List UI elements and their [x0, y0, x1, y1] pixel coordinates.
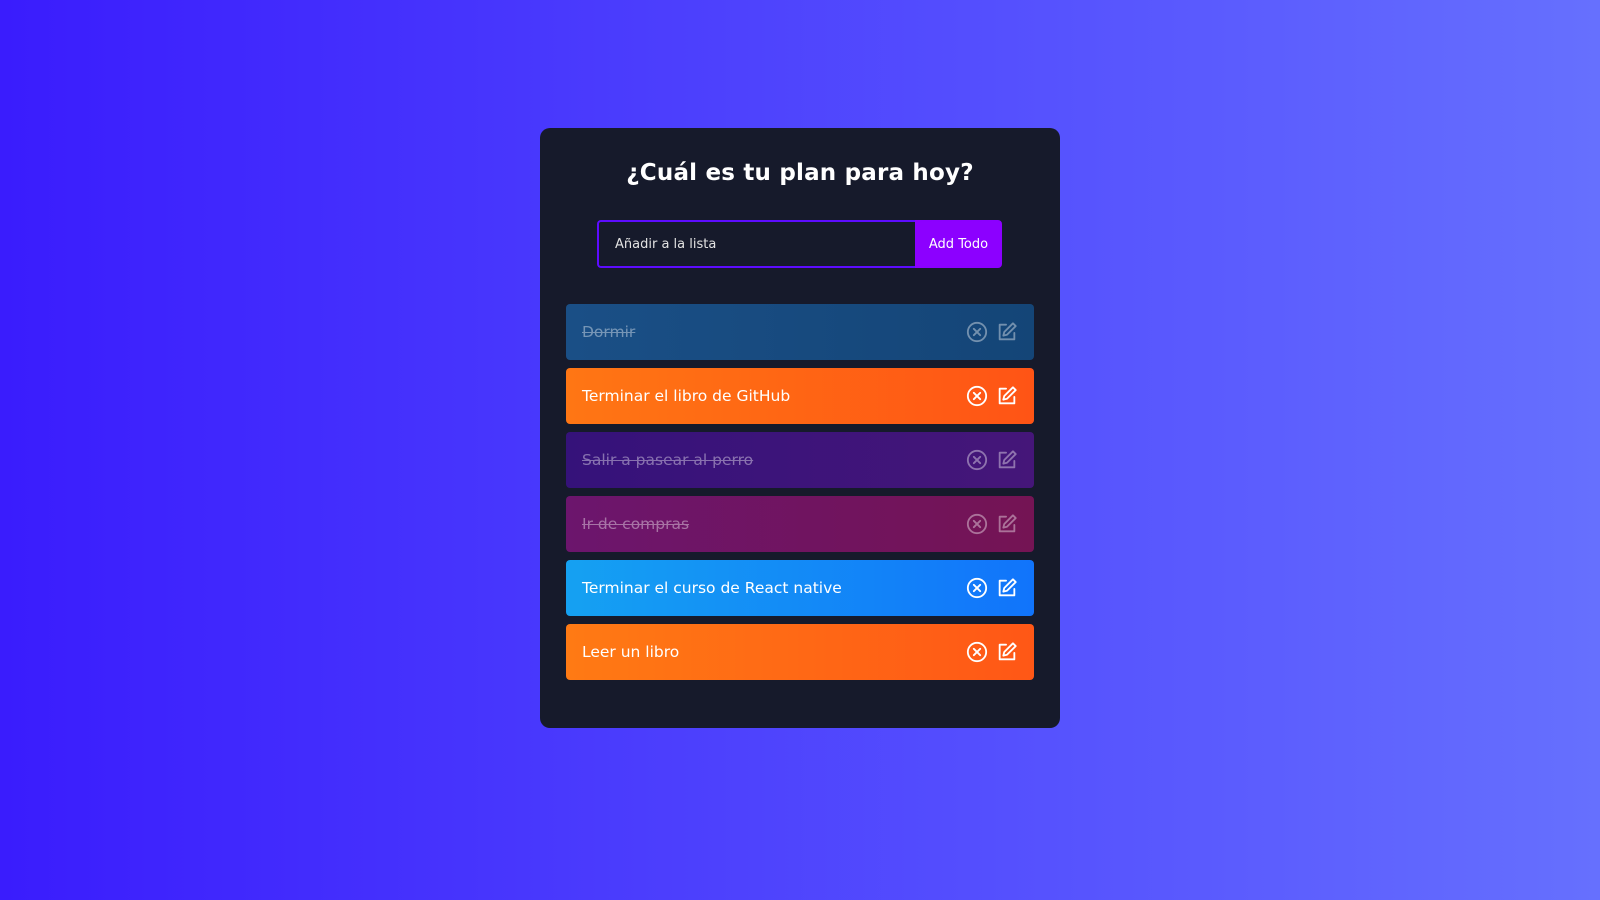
todo-text[interactable]: Ir de compras	[582, 515, 689, 533]
edit-icon[interactable]	[996, 641, 1018, 663]
todo-icons	[966, 577, 1018, 599]
todo-row: Dormir	[566, 304, 1034, 360]
todo-input[interactable]	[597, 220, 915, 268]
todo-text[interactable]: Dormir	[582, 323, 635, 341]
todo-text[interactable]: Terminar el curso de React native	[582, 579, 842, 597]
close-circle-icon[interactable]	[966, 385, 988, 407]
todo-row: Terminar el curso de React native	[566, 560, 1034, 616]
todo-form: Add Todo	[597, 220, 1002, 268]
todo-app: ¿Cuál es tu plan para hoy? Add Todo Dorm…	[540, 128, 1060, 728]
todo-icons	[966, 513, 1018, 535]
todo-row: Ir de compras	[566, 496, 1034, 552]
todo-text[interactable]: Salir a pasear al perro	[582, 451, 753, 469]
todo-text[interactable]: Leer un libro	[582, 643, 679, 661]
todo-row: Leer un libro	[566, 624, 1034, 680]
todo-icons	[966, 641, 1018, 663]
todo-icons	[966, 321, 1018, 343]
todo-row: Terminar el libro de GitHub	[566, 368, 1034, 424]
todo-icons	[966, 449, 1018, 471]
todo-row: Salir a pasear al perro	[566, 432, 1034, 488]
close-circle-icon[interactable]	[966, 321, 988, 343]
todo-list: Dormir Terminar el libro de GitHub Salir…	[566, 304, 1034, 688]
edit-icon[interactable]	[996, 513, 1018, 535]
todo-icons	[966, 385, 1018, 407]
add-todo-button[interactable]: Add Todo	[915, 220, 1002, 268]
edit-icon[interactable]	[996, 385, 1018, 407]
edit-icon[interactable]	[996, 577, 1018, 599]
edit-icon[interactable]	[996, 321, 1018, 343]
edit-icon[interactable]	[996, 449, 1018, 471]
close-circle-icon[interactable]	[966, 513, 988, 535]
close-circle-icon[interactable]	[966, 641, 988, 663]
close-circle-icon[interactable]	[966, 577, 988, 599]
todo-text[interactable]: Terminar el libro de GitHub	[582, 387, 790, 405]
close-circle-icon[interactable]	[966, 449, 988, 471]
page-title: ¿Cuál es tu plan para hoy?	[626, 160, 974, 186]
